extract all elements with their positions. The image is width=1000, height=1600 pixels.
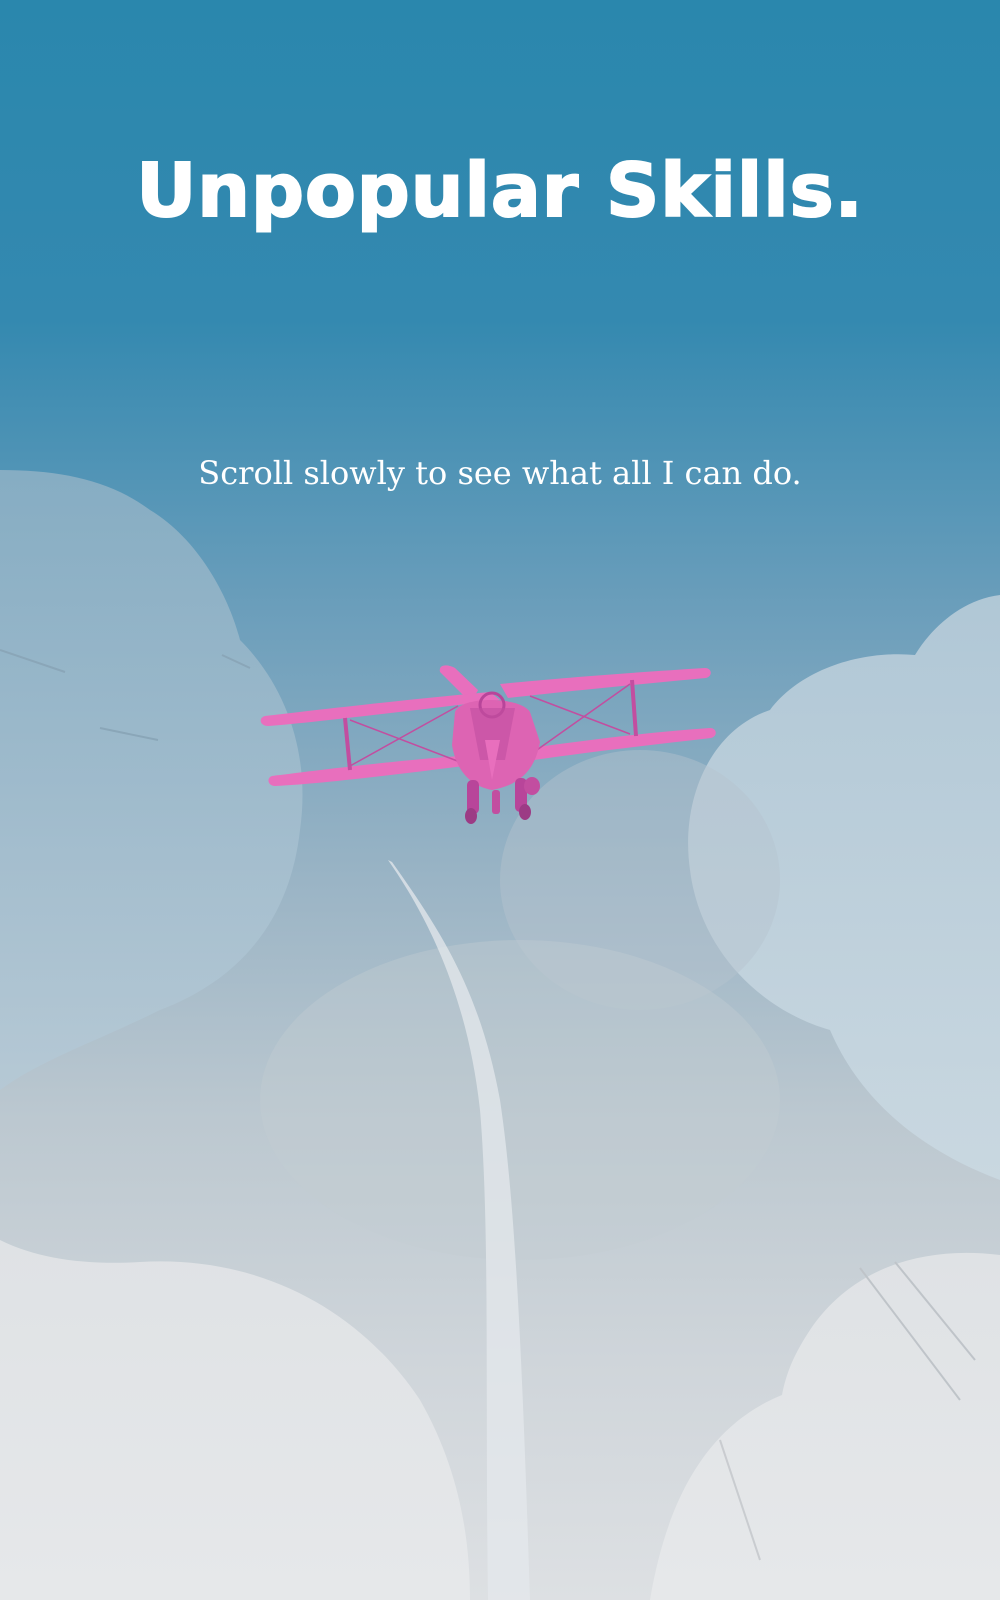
- cloud-left: [0, 470, 303, 1090]
- page-title: Unpopular Skills.: [135, 147, 864, 235]
- scroll-hint: Scroll slowly to see what all I can do.: [198, 454, 802, 492]
- cloud-bottom-right: [650, 1252, 1000, 1600]
- cloud-middle: [260, 750, 780, 1260]
- cloud-bottom-left: [0, 1240, 470, 1600]
- sky-scene: [0, 470, 1000, 1600]
